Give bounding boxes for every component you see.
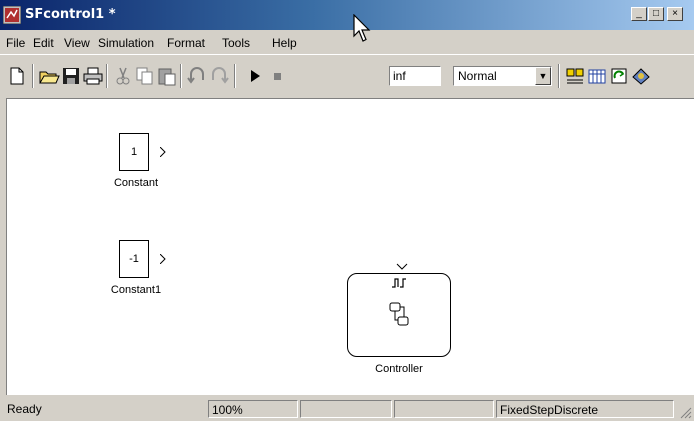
window-title: SFcontrol1 * [25, 7, 116, 22]
resize-grip-icon[interactable] [678, 405, 692, 419]
simulation-mode-value: Normal [458, 69, 497, 83]
constant-block[interactable]: 1 [119, 133, 149, 171]
update-diagram-icon[interactable] [608, 65, 630, 87]
new-icon[interactable] [6, 65, 28, 87]
build-icon[interactable] [630, 65, 652, 87]
menu-format[interactable]: Format [167, 36, 205, 50]
minimize-button[interactable]: _ [631, 7, 647, 21]
trigger-edge-icon [392, 278, 406, 288]
toolbar-separator [106, 64, 108, 88]
undo-icon[interactable] [186, 65, 208, 87]
simulink-app-icon [3, 6, 21, 24]
menu-bar: File Edit View Simulation Format Tools H… [0, 30, 694, 54]
redo-icon[interactable] [208, 65, 230, 87]
constant-block-label: Constant [113, 177, 159, 189]
title-bar[interactable]: SFcontrol1 * _ □ × [0, 0, 694, 30]
paste-icon[interactable] [156, 65, 178, 87]
library-browser-icon[interactable] [564, 65, 586, 87]
print-icon[interactable] [82, 65, 104, 87]
status-cell-empty [394, 400, 494, 418]
model-canvas[interactable]: 1 Constant -1 Constant1 Controller [6, 98, 694, 395]
maximize-button[interactable]: □ [648, 7, 664, 21]
toolbar-separator [180, 64, 182, 88]
solver-name: FixedStepDiscrete [496, 400, 674, 418]
toolbar-separator [558, 64, 560, 88]
status-bar: Ready 100% FixedStepDiscrete [0, 397, 694, 421]
menu-simulation[interactable]: Simulation [98, 36, 154, 50]
toolbar-separator [32, 64, 34, 88]
mouse-pointer-icon [353, 14, 371, 42]
constant1-block-value: -1 [129, 253, 139, 265]
open-icon[interactable] [38, 65, 60, 87]
toolbar: inf Normal ▼ [0, 54, 694, 98]
menu-edit[interactable]: Edit [33, 36, 54, 50]
close-button[interactable]: × [667, 7, 683, 21]
controller-block-label: Controller [375, 363, 423, 375]
start-simulation-icon[interactable] [244, 65, 266, 87]
menu-view[interactable]: View [64, 36, 90, 50]
status-text: Ready [7, 402, 42, 416]
constant1-block[interactable]: -1 [119, 240, 149, 278]
controller-chart-block[interactable] [347, 273, 451, 357]
model-explorer-icon[interactable] [586, 65, 608, 87]
status-cell-empty [300, 400, 392, 418]
output-port-icon [160, 254, 166, 264]
menu-tools[interactable]: Tools [222, 36, 250, 50]
constant-block-value: 1 [130, 146, 138, 158]
copy-icon[interactable] [134, 65, 156, 87]
cut-icon[interactable] [112, 65, 134, 87]
stop-time-field[interactable]: inf [389, 66, 441, 86]
menu-help[interactable]: Help [272, 36, 297, 50]
zoom-level: 100% [208, 400, 298, 418]
stateflow-chart-icon [389, 302, 409, 326]
save-icon[interactable] [60, 65, 82, 87]
input-port-icon [396, 263, 408, 270]
output-port-icon [160, 147, 166, 157]
stop-simulation-icon[interactable] [266, 65, 288, 87]
toolbar-separator [234, 64, 236, 88]
constant1-block-label: Constant1 [110, 284, 162, 296]
menu-file[interactable]: File [6, 36, 25, 50]
simulation-mode-select[interactable]: Normal ▼ [453, 66, 552, 86]
chevron-down-icon[interactable]: ▼ [535, 67, 551, 85]
